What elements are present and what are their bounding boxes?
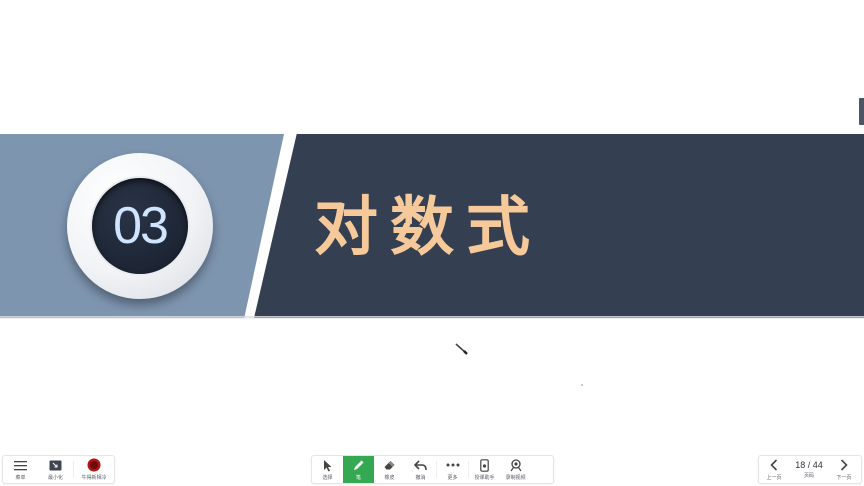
- pen-tool-button[interactable]: 笔: [343, 456, 374, 483]
- menu-button[interactable]: 菜单: [3, 456, 38, 483]
- page-number: 18 / 44: [795, 460, 823, 470]
- previous-page-label: 上一页: [766, 475, 782, 481]
- pen-icon: [352, 458, 366, 472]
- chevron-left-icon: [767, 458, 781, 472]
- phone-icon: [478, 458, 492, 472]
- app-logo-label: 牛得新相冷: [81, 475, 107, 481]
- previous-page-button[interactable]: 上一页: [759, 456, 789, 483]
- page-label: 页码: [803, 473, 814, 479]
- toolbar-left: 菜单 最小化 牛得新相冷: [2, 455, 115, 484]
- pen-label: 笔: [355, 475, 361, 481]
- app-logo-icon: [87, 458, 101, 472]
- app-logo-button[interactable]: 牛得新相冷: [74, 456, 114, 483]
- record-video-button[interactable]: 录制视频: [500, 456, 531, 483]
- cursor-arrow-icon: [321, 458, 335, 472]
- chevron-right-icon: [837, 458, 851, 472]
- menu-icon: [14, 458, 28, 472]
- ink-dot: [581, 384, 583, 386]
- eraser-tool-button[interactable]: 橡皮: [374, 456, 405, 483]
- slide-canvas[interactable]: 03 对数式 菜单 最小化 牛得新相冷 选择 笔 橡皮 撤消 更多 授课助手 录…: [0, 0, 864, 486]
- record-video-label: 录制视频: [505, 475, 526, 481]
- minimize-button[interactable]: 最小化: [38, 456, 73, 483]
- undo-label: 撤消: [415, 475, 426, 481]
- slide-title: 对数式: [314, 190, 542, 265]
- next-page-button[interactable]: 下一页: [829, 456, 859, 483]
- minimize-icon: [49, 458, 63, 472]
- more-icon: [446, 458, 460, 472]
- select-tool-button[interactable]: 选择: [312, 456, 343, 483]
- eraser-icon: [383, 458, 397, 472]
- record-icon: [509, 458, 523, 472]
- side-panel-tab[interactable]: [859, 98, 864, 125]
- teaching-assistant-label: 授课助手: [474, 475, 495, 481]
- pen-cursor-icon: [455, 343, 468, 355]
- undo-button[interactable]: 撤消: [405, 456, 436, 483]
- menu-label: 菜单: [15, 475, 26, 481]
- toolbar-right: 上一页 18 / 44 页码 下一页: [758, 455, 862, 484]
- select-label: 选择: [322, 475, 333, 481]
- more-button[interactable]: 更多: [437, 456, 468, 483]
- page-indicator[interactable]: 18 / 44 页码: [789, 456, 829, 483]
- more-label: 更多: [447, 475, 458, 481]
- undo-icon: [414, 458, 428, 472]
- toolbar-center: 选择 笔 橡皮 撤消 更多 授课助手 录制视频: [311, 455, 554, 484]
- minimize-label: 最小化: [47, 475, 63, 481]
- teaching-assistant-button[interactable]: 授课助手: [469, 456, 500, 483]
- band-shadow: [0, 316, 864, 320]
- next-page-label: 下一页: [836, 475, 852, 481]
- eraser-label: 橡皮: [384, 475, 395, 481]
- section-number: 03: [113, 197, 169, 255]
